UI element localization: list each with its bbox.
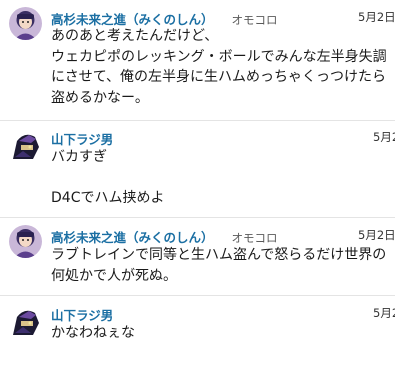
- tweet-item[interactable]: 高杉未来之進（みくのしん） オモコロ 5月2日 ラブトレインで同等と生ハム盗んで怒…: [0, 218, 395, 295]
- tweet-header: 高杉未来之進（みくのしん） オモコロ: [51, 227, 278, 245]
- tweet-text-line: バカすぎ: [51, 149, 107, 165]
- timestamp[interactable]: 5月2: [373, 129, 395, 145]
- tweet-text-line: にさせて、俺の左半身に生ハムめっちゃくっつけたら: [51, 69, 387, 85]
- author-handle: オモコロ: [231, 13, 278, 27]
- tweet-header: 山下ラジ男: [51, 129, 113, 147]
- timestamp[interactable]: 5月2日: [358, 227, 395, 243]
- tweet-text-line: [51, 168, 391, 189]
- avatar[interactable]: [9, 7, 42, 40]
- tweet-text-line: 盗めるかなー。: [51, 89, 149, 106]
- tweet-text-line: かなわねぇな: [51, 325, 135, 341]
- tweet-text-line: ウェカピポのレッキング・ボールでみんな左半身失調: [51, 48, 387, 65]
- tweet-text-line: D4Cでハム挟めよ: [51, 190, 165, 206]
- avatar[interactable]: [9, 225, 42, 258]
- tweet-text-line: あのあと考えたんだけど、: [51, 28, 219, 44]
- timestamp[interactable]: 5月2: [373, 305, 395, 321]
- tweet-item[interactable]: 高杉未来之進（みくのしん） オモコロ 5月2日 あのあと考えたんだけど、 ウェカピ…: [0, 0, 395, 120]
- timestamp[interactable]: 5月2日: [358, 9, 395, 25]
- tweet-text: かなわねぇな: [51, 323, 391, 344]
- tweet-text: ラブトレインで同等と生ハム盗んで怒らるだけ世界の 何処かで人が死ぬ。: [51, 245, 391, 286]
- author-handle: オモコロ: [231, 231, 278, 245]
- timeline-feed: 高杉未来之進（みくのしん） オモコロ 5月2日 あのあと考えたんだけど、 ウェカピ…: [0, 0, 395, 365]
- tweet-header: 高杉未来之進（みくのしん） オモコロ: [51, 9, 278, 27]
- author-name[interactable]: 山下ラジ男: [51, 308, 113, 323]
- tweet-item[interactable]: 山下ラジ男 5月2 かなわねぇな: [0, 296, 395, 365]
- tweet-header: 山下ラジ男: [51, 305, 113, 323]
- avatar[interactable]: [9, 129, 42, 162]
- avatar[interactable]: [9, 305, 42, 338]
- author-name[interactable]: 山下ラジ男: [51, 132, 113, 147]
- tweet-text: あのあと考えたんだけど、 ウェカピポのレッキング・ボールでみんな左半身失調 にさ…: [51, 26, 391, 108]
- author-name[interactable]: 高杉未来之進（みくのしん）: [51, 230, 214, 245]
- author-name[interactable]: 高杉未来之進（みくのしん）: [51, 12, 214, 27]
- tweet-item[interactable]: 山下ラジ男 5月2 バカすぎ D4Cでハム挟めよ: [0, 121, 395, 217]
- tweet-text-line: 何処かで人が死ぬ。: [51, 267, 177, 284]
- tweet-text-line: ラブトレインで同等と生ハム盗んで怒らるだけ世界の: [51, 247, 387, 263]
- tweet-text: バカすぎ D4Cでハム挟めよ: [51, 147, 391, 209]
